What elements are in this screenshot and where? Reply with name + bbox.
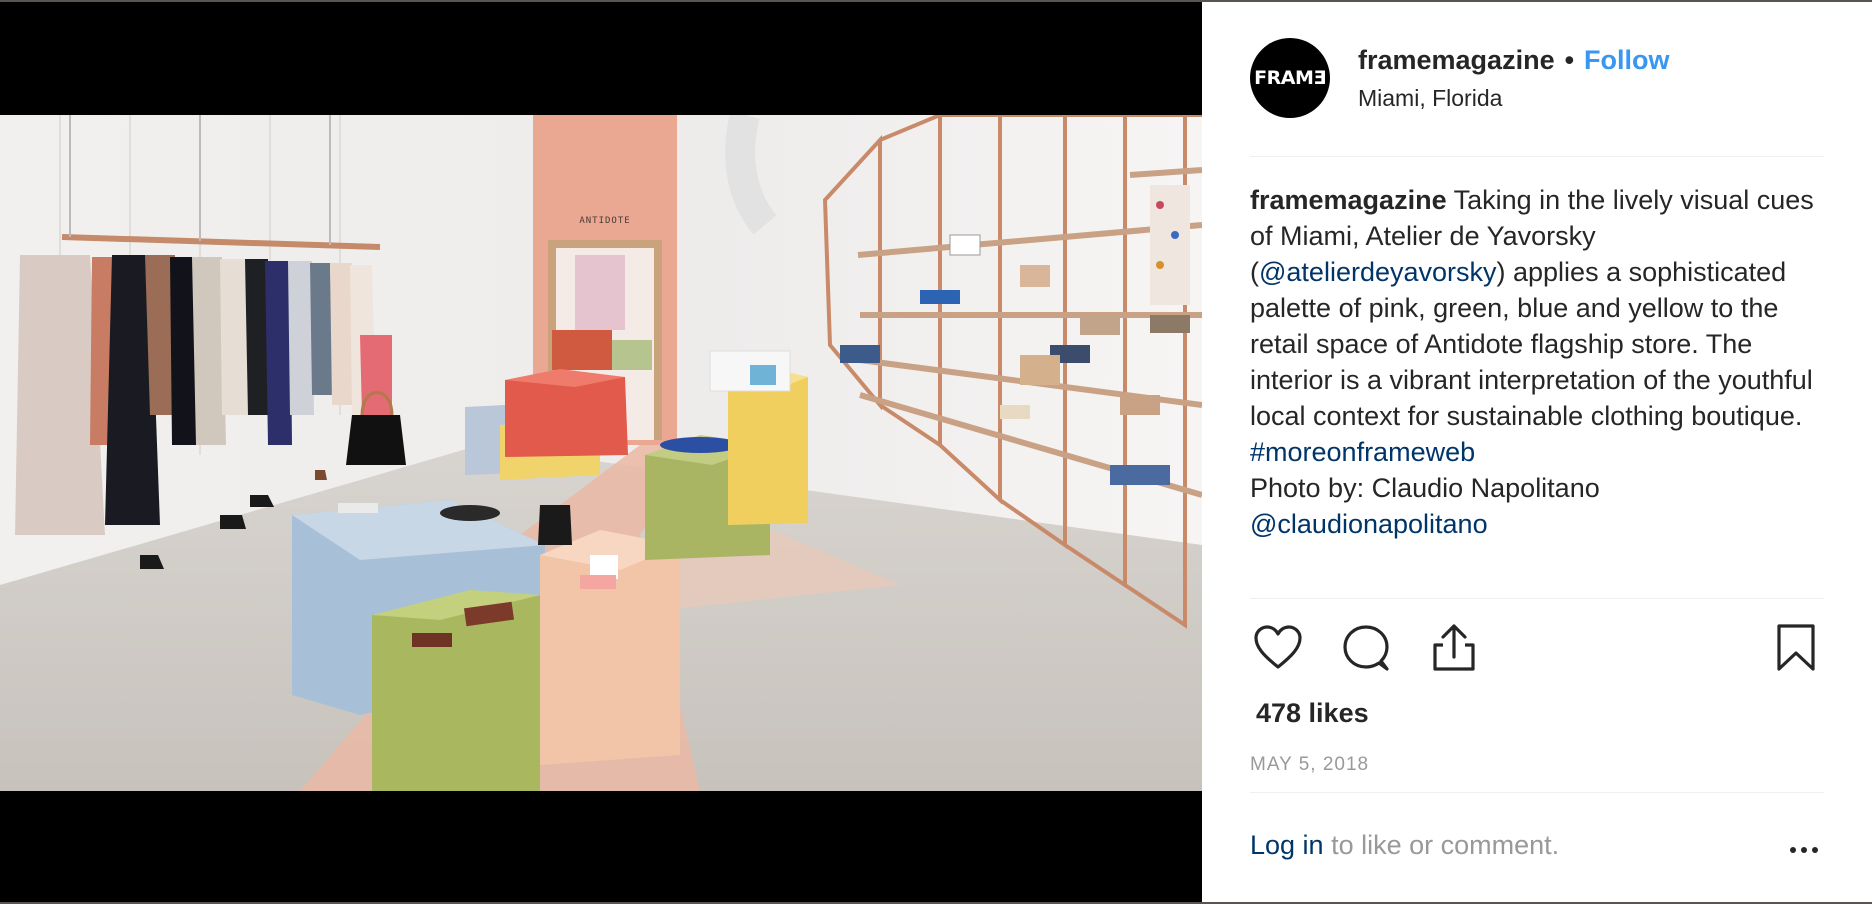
bookmark-icon bbox=[1777, 624, 1815, 671]
action-bar bbox=[1250, 620, 1824, 680]
post-header: FRAMƎ framemagazine • Follow Miami, Florid… bbox=[1250, 38, 1824, 118]
header-divider bbox=[1250, 156, 1824, 157]
follow-button[interactable]: Follow bbox=[1584, 45, 1669, 75]
more-dot bbox=[1812, 847, 1818, 853]
mention-atelierdeyavorsky[interactable]: @atelierdeyavorsky bbox=[1259, 257, 1497, 287]
header-info: framemagazine • Follow Miami, Florida bbox=[1358, 43, 1670, 113]
more-dot bbox=[1790, 847, 1796, 853]
separator-dot: • bbox=[1564, 45, 1575, 75]
avatar-logo-text: FRAMƎ bbox=[1254, 67, 1326, 89]
post-date[interactable]: MAY 5, 2018 bbox=[1250, 754, 1369, 776]
photo-credit: Photo by: Claudio Napolitano bbox=[1250, 473, 1600, 503]
post-caption: framemagazine Taking in the lively visua… bbox=[1250, 182, 1820, 542]
more-dot bbox=[1801, 847, 1807, 853]
store-sign: ANTIDOTE bbox=[579, 216, 630, 226]
header-line: framemagazine • Follow bbox=[1358, 43, 1670, 77]
post-modal: ANTIDOTE FRAMƎ framemagazine • Follow Mi… bbox=[0, 2, 1872, 902]
login-suffix: to like or comment. bbox=[1323, 830, 1560, 860]
username-link[interactable]: framemagazine bbox=[1358, 45, 1555, 75]
post-sidebar: FRAMƎ framemagazine • Follow Miami, Florid… bbox=[1202, 2, 1872, 902]
login-prompt: Log in to like or comment. bbox=[1250, 830, 1559, 861]
comment-bubble-icon bbox=[1343, 625, 1389, 671]
more-options-icon[interactable] bbox=[1784, 838, 1824, 862]
login-link[interactable]: Log in bbox=[1250, 830, 1324, 860]
like-button[interactable] bbox=[1250, 620, 1306, 676]
heart-icon bbox=[1254, 625, 1302, 669]
mention-claudionapolitano[interactable]: @claudionapolitano bbox=[1250, 509, 1488, 539]
hashtag-link[interactable]: #moreonframeweb bbox=[1250, 437, 1475, 467]
likes-count[interactable]: 478 likes bbox=[1256, 698, 1369, 729]
share-button[interactable] bbox=[1426, 620, 1482, 676]
comment-button[interactable] bbox=[1338, 620, 1394, 676]
post-photo[interactable]: ANTIDOTE bbox=[0, 115, 1202, 791]
save-button[interactable] bbox=[1768, 620, 1824, 676]
caption-divider bbox=[1250, 598, 1824, 599]
avatar[interactable]: FRAMƎ bbox=[1250, 38, 1330, 118]
location-link[interactable]: Miami, Florida bbox=[1358, 83, 1670, 113]
footer-divider bbox=[1250, 792, 1824, 793]
post-media[interactable]: ANTIDOTE bbox=[0, 2, 1202, 902]
caption-username[interactable]: framemagazine bbox=[1250, 185, 1447, 215]
share-upload-icon bbox=[1433, 624, 1475, 671]
